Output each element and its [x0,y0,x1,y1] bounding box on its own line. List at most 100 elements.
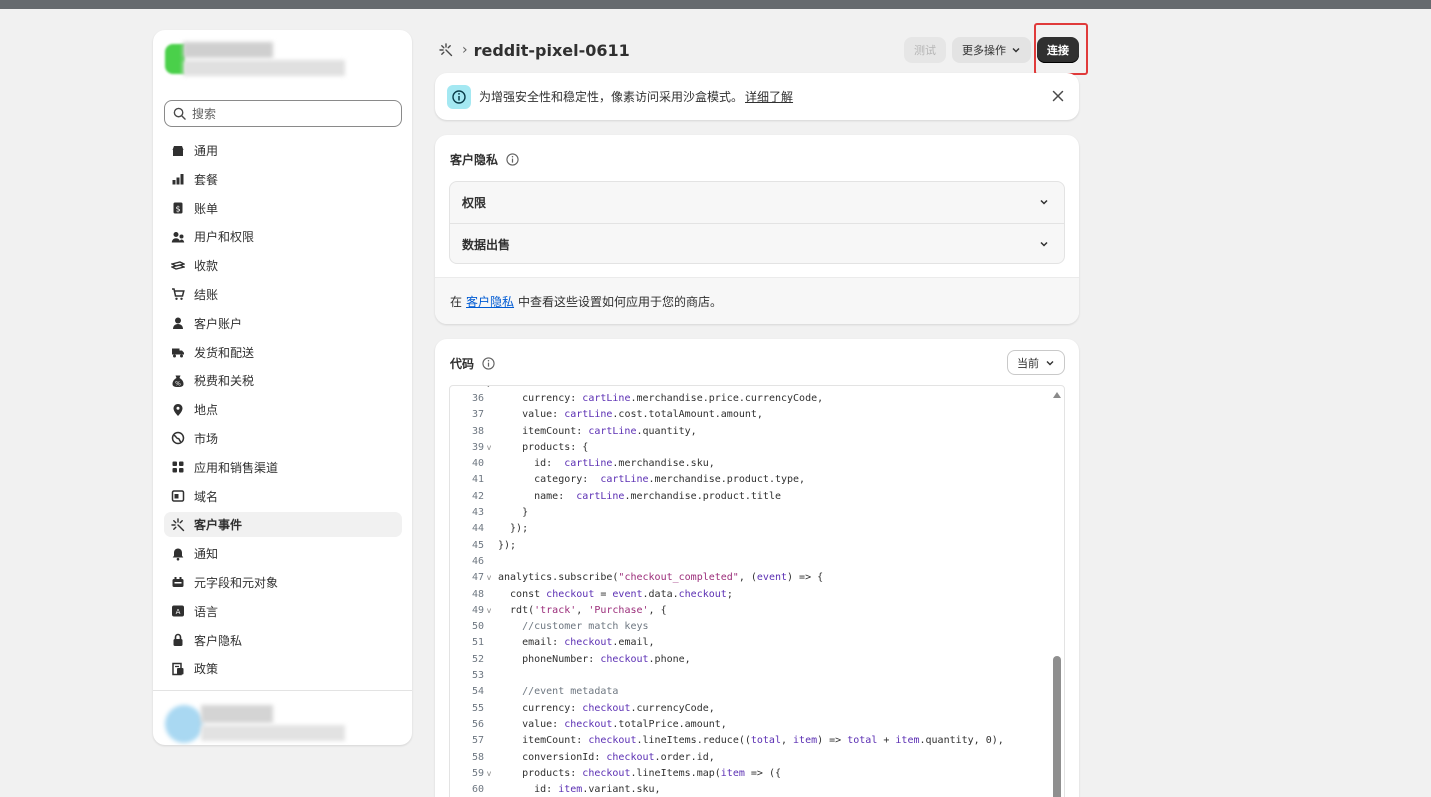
search-icon [173,107,186,120]
code-text: }); [498,523,529,535]
learn-more-link[interactable]: 详细了解 [745,90,793,104]
customer-events-icon[interactable] [438,42,454,58]
sidebar-item-7[interactable]: 发货和配送 [164,340,402,365]
test-button[interactable]: 测试 [904,37,946,63]
settings-nav: 通用套餐 $ 账单用户和权限收款结账客户账户发货和配送 % 税费和关税地点市场应用和销售… [164,138,402,685]
fold-marker-icon[interactable]: v [484,440,494,456]
scroll-up-arrow-icon[interactable] [1053,392,1061,398]
accordion-permissions[interactable]: 权限 [450,182,1064,223]
chevron-down-icon [1040,199,1048,205]
person-icon [170,315,186,331]
fold-marker-icon[interactable]: v [486,386,491,389]
search-input[interactable] [192,106,392,121]
sidebar-item-label: 收款 [194,259,219,274]
sidebar-item-label: 客户事件 [194,518,243,533]
fold-marker-icon [484,587,494,603]
help-circle-icon[interactable] [506,153,519,166]
more-actions-button[interactable]: 更多操作 [952,37,1031,63]
help-circle-icon[interactable] [482,357,495,370]
billing-icon: $ [170,200,186,216]
code-text: name: cartLine.merchandise.product.title [498,490,781,502]
fold-marker-icon[interactable]: v [484,570,494,586]
page-header: › reddit-pixel-0611 测试 更多操作 连接 [438,36,1079,64]
sidebar-item-16[interactable]: A 语言 [164,599,402,624]
truck-icon [170,344,186,360]
code-card: 代码 当前 v 36 currency: cartLine.merchandis… [435,339,1079,797]
sidebar-item-14[interactable]: 通知 [164,541,402,566]
language-icon: A [170,603,186,619]
fold-marker-icon [484,489,494,505]
sidebar-item-17[interactable]: 客户隐私 [164,628,402,653]
sidebar-item-4[interactable]: 收款 [164,253,402,278]
scrollbar-thumb[interactable] [1053,656,1061,797]
fold-marker-icon [484,733,494,749]
version-select[interactable]: 当前 [1007,350,1065,375]
fold-marker-icon [484,472,494,488]
sidebar-item-8[interactable]: % 税费和关税 [164,368,402,393]
more-actions-label: 更多操作 [962,44,1006,57]
accordion-data-sale[interactable]: 数据出售 [450,223,1064,263]
sidebar-item-5[interactable]: 结账 [164,282,402,307]
sidebar-item-12[interactable]: 域名 [164,484,402,509]
sidebar-item-13[interactable]: 客户事件 [164,512,402,538]
line-number: 50 [471,621,484,633]
line-number: 48 [471,588,484,600]
fold-marker-icon [484,424,494,440]
accordion-permissions-label: 权限 [462,196,487,210]
sidebar-item-18[interactable]: 政策 [164,656,402,681]
editor-scrollbar[interactable] [1052,386,1061,797]
sidebar-item-label: 语言 [194,604,219,619]
code-text: value: checkout.totalPrice.amount, [498,718,727,730]
users-icon [170,229,186,245]
svg-text:$: $ [175,205,180,214]
sidebar-item-9[interactable]: 地点 [164,397,402,422]
sidebar-item-label: 地点 [194,403,219,418]
fold-marker-icon [484,652,494,668]
code-line: 43 } [450,505,1050,521]
code-text: rdt('track', 'Purchase', { [498,604,667,616]
fold-marker-icon [484,701,494,717]
line-number: 39 [471,441,484,453]
search-box[interactable] [164,100,402,127]
fold-marker-icon [484,407,494,423]
store-header-blurred[interactable] [165,42,345,78]
line-number: 58 [471,751,484,763]
policy-icon [170,661,186,677]
tax-icon: % [170,373,186,389]
sidebar-item-15[interactable]: 元字段和元对象 [164,570,402,595]
privacy-card-footer: 在 客户隐私 中查看这些设置如何应用于您的商店。 [435,277,1079,324]
sidebar-item-3[interactable]: 用户和权限 [164,224,402,249]
code-text: id: cartLine.merchandise.sku, [498,458,715,470]
line-number: 38 [471,425,484,437]
code-line: 45}); [450,538,1050,554]
code-line: 57 itemCount: checkout.lineItems.reduce(… [450,733,1050,749]
line-number: 53 [471,670,484,682]
code-text: } [498,507,529,519]
sidebar-item-10[interactable]: 市场 [164,426,402,451]
line-number: 40 [471,458,484,470]
chevron-down-icon [1040,241,1048,247]
sidebar-item-label: 发货和配送 [194,345,255,360]
code-line: 41 category: cartLine.merchandise.produc… [450,472,1050,488]
fold-marker-icon [484,717,494,733]
banner-message: 为增强安全性和稳定性，像素访问采用沙盒模式。 详细了解 [479,88,793,105]
sidebar-item-label: 结账 [194,287,219,302]
sidebar-item-2[interactable]: $ 账单 [164,196,402,221]
footer-prefix: 在 [450,294,463,309]
user-email-redacted [201,725,345,741]
sandbox-info-banner: 为增强安全性和稳定性，像素访问采用沙盒模式。 详细了解 [435,73,1079,120]
line-number: 54 [471,686,484,698]
close-icon[interactable] [1051,89,1065,103]
code-line: 51 email: checkout.email, [450,635,1050,651]
sidebar-item-1[interactable]: 套餐 [164,167,402,192]
fold-marker-icon[interactable]: v [484,603,494,619]
code-line: 47 v analytics.subscribe("checkout_complet… [450,570,1050,586]
sidebar-item-0[interactable]: 通用 [164,138,402,163]
fold-marker-icon[interactable]: v [484,766,494,782]
user-profile-blurred[interactable] [165,705,345,743]
sidebar-item-11[interactable]: 应用和销售渠道 [164,455,402,480]
sidebar-item-6[interactable]: 客户账户 [164,311,402,336]
line-number: 45 [471,539,484,551]
customer-privacy-link[interactable]: 客户隐私 [466,293,514,310]
code-editor[interactable]: v 36 currency: cartLine.merchandise.pric… [449,385,1065,797]
